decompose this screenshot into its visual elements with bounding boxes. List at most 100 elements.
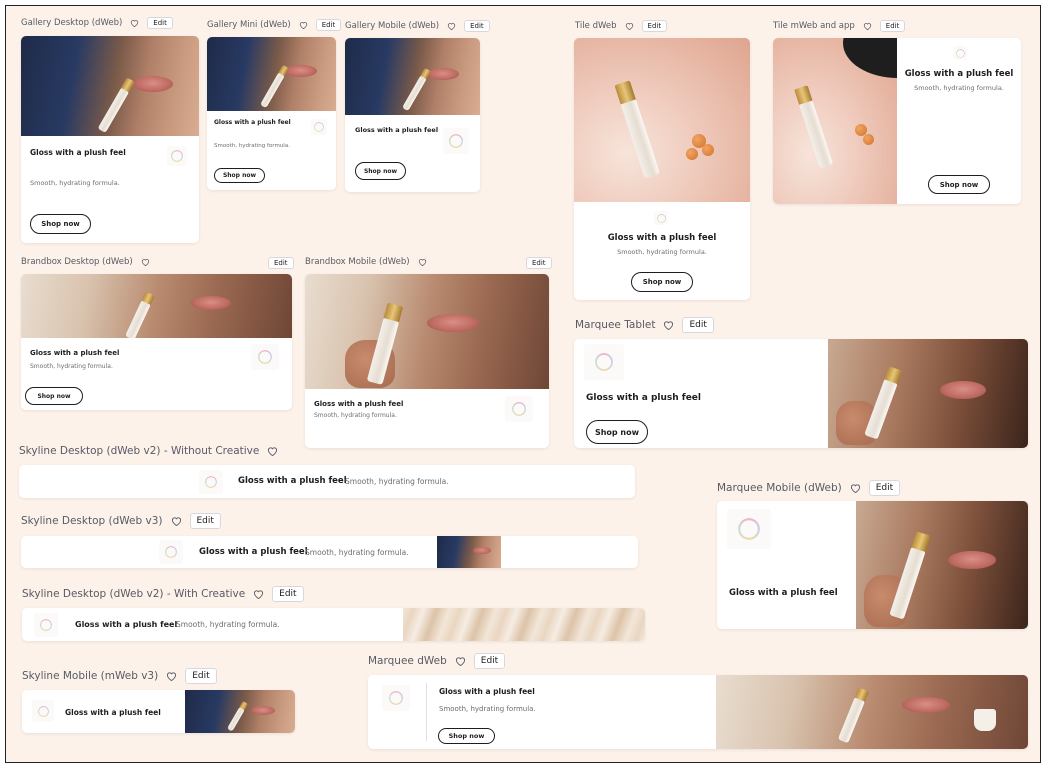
shop-now-button[interactable]: Shop now	[631, 272, 693, 292]
heart-icon[interactable]	[299, 21, 308, 29]
marquee-dweb-header: Marquee dWeb Edit	[368, 653, 506, 669]
brand-logo	[34, 613, 58, 637]
headline: Gloss with a plush feel	[199, 547, 308, 557]
subhead: Smooth, hydrating formula.	[314, 412, 397, 419]
creative-image	[21, 274, 292, 338]
subhead: Smooth, hydrating formula.	[176, 620, 280, 629]
creative-image	[207, 37, 336, 111]
brandbox-desktop-card[interactable]: Gloss with a plush feel Smooth, hydratin…	[21, 274, 292, 410]
creative-image	[305, 274, 549, 389]
variant-label: Brandbox Mobile (dWeb)	[305, 257, 410, 267]
brand-logo	[953, 46, 967, 60]
subhead: Smooth, hydrating formula.	[439, 705, 536, 713]
skyline-v2-with-card[interactable]: Gloss with a plush feel Smooth, hydratin…	[22, 608, 645, 641]
variant-label: Gallery Mini (dWeb)	[207, 20, 291, 30]
edit-button[interactable]: Edit	[682, 317, 714, 333]
skyline-v3-card[interactable]: Gloss with a plush feel Smooth, hydratin…	[21, 536, 638, 568]
marquee-dweb-card[interactable]: Gloss with a plush feel Smooth, hydratin…	[368, 675, 1028, 749]
marquee-tablet-card[interactable]: Gloss with a plush feel Shop now	[574, 339, 1028, 448]
heart-icon[interactable]	[625, 22, 634, 30]
heart-icon[interactable]	[166, 671, 177, 681]
heart-icon[interactable]	[253, 589, 264, 599]
variant-label: Marquee Tablet	[575, 319, 656, 331]
gallery-mobile-header: Gallery Mobile (dWeb) Edit	[345, 20, 490, 32]
creative-image	[185, 690, 295, 733]
shop-now-button[interactable]: Shop now	[25, 387, 83, 405]
heart-icon[interactable]	[663, 320, 674, 330]
subhead: Smooth, hydrating formula.	[30, 363, 113, 370]
marquee-mobile-card[interactable]: Gloss with a plush feel	[717, 501, 1028, 629]
skyline-v2-without-card[interactable]: Gloss with a plush feel Smooth, hydratin…	[19, 465, 635, 498]
headline: Gloss with a plush feel	[904, 69, 1014, 79]
headline: Gloss with a plush feel	[30, 349, 120, 357]
edit-button[interactable]: Edit	[641, 20, 668, 32]
variant-label: Tile mWeb and app	[773, 21, 855, 31]
edit-button[interactable]: Edit	[268, 257, 294, 269]
shop-now-button[interactable]: Shop now	[214, 168, 265, 183]
skyline-mobile-card[interactable]: Gloss with a plush feel	[22, 690, 295, 733]
edit-button[interactable]: Edit	[879, 20, 906, 32]
edit-button[interactable]: Edit	[185, 668, 217, 684]
subhead: Smooth, hydrating formula.	[214, 143, 290, 149]
shop-now-button[interactable]: Shop now	[928, 175, 990, 194]
creative-image	[21, 36, 199, 136]
brand-logo	[727, 509, 771, 549]
gallery-mini-card[interactable]: Gloss with a plush feel Smooth, hydratin…	[207, 37, 336, 190]
shop-now-button[interactable]: Shop now	[586, 420, 648, 444]
edit-button[interactable]: Edit	[315, 19, 342, 31]
headline: Gloss with a plush feel	[439, 687, 535, 696]
edit-button[interactable]: Edit	[147, 17, 173, 29]
edit-button[interactable]: Edit	[473, 653, 506, 669]
variant-label: Gallery Mobile (dWeb)	[345, 21, 440, 31]
edit-button[interactable]: Edit	[526, 257, 552, 269]
heart-icon[interactable]	[863, 22, 872, 30]
shop-now-button[interactable]: Shop now	[355, 162, 406, 180]
heart-icon[interactable]	[141, 258, 150, 266]
edit-button[interactable]: Edit	[189, 513, 221, 529]
brand-logo	[443, 128, 469, 154]
creative-image	[716, 675, 1028, 749]
heart-icon[interactable]	[850, 483, 861, 493]
variant-label: Marquee Mobile (dWeb)	[717, 482, 842, 494]
gallery-desktop-header: Gallery Desktop (dWeb) Edit	[21, 17, 173, 29]
heart-icon[interactable]	[130, 19, 139, 27]
brand-logo	[199, 470, 223, 494]
skyline-mobile-header: Skyline Mobile (mWeb v3) Edit	[22, 668, 217, 684]
headline: Gloss with a plush feel	[355, 126, 439, 134]
divider	[426, 683, 427, 741]
edit-button[interactable]: Edit	[868, 480, 901, 496]
heart-icon[interactable]	[171, 516, 182, 526]
creative-image	[856, 501, 1028, 629]
heart-icon[interactable]	[267, 446, 278, 456]
headline: Gloss with a plush feel	[75, 620, 178, 629]
brandbox-mobile-header: Brandbox Mobile (dWeb)	[305, 257, 427, 267]
brand-logo	[251, 344, 279, 370]
gallery-desktop-card[interactable]: Gloss with a plush feel Smooth, hydratin…	[21, 36, 199, 243]
heart-icon[interactable]	[418, 258, 427, 266]
heart-icon[interactable]	[447, 22, 456, 30]
variant-label: Brandbox Desktop (dWeb)	[21, 257, 133, 267]
shop-now-button[interactable]: Shop now	[438, 728, 495, 744]
headline: Gloss with a plush feel	[65, 708, 161, 717]
variant-label: Skyline Desktop (dWeb v2) - Without Crea…	[19, 445, 260, 457]
headline: Gloss with a plush feel	[729, 588, 838, 598]
subhead: Smooth, hydrating formula.	[345, 477, 449, 486]
headline: Gloss with a plush feel	[238, 476, 347, 486]
heart-icon[interactable]	[455, 656, 466, 666]
brandbox-mobile-card[interactable]: Gloss with a plush feel Smooth, hydratin…	[305, 274, 549, 448]
brandbox-desktop-header: Brandbox Desktop (dWeb)	[21, 257, 150, 267]
edit-button[interactable]: Edit	[272, 586, 304, 602]
variant-label: Skyline Desktop (dWeb v2) - With Creativ…	[22, 588, 246, 600]
tile-dweb-card[interactable]: Gloss with a plush feel Smooth, hydratin…	[574, 38, 750, 300]
brand-logo	[505, 396, 533, 422]
headline: Gloss with a plush feel	[586, 393, 701, 403]
brand-logo	[167, 146, 187, 166]
skyline-v2-with-header: Skyline Desktop (dWeb v2) - With Creativ…	[22, 586, 304, 602]
gallery-mobile-card[interactable]: Gloss with a plush feel Shop now	[345, 38, 480, 192]
shop-now-button[interactable]: Shop now	[30, 214, 91, 234]
variant-label: Skyline Mobile (mWeb v3)	[22, 670, 159, 682]
tile-mweb-card[interactable]: Gloss with a plush feel Smooth, hydratin…	[773, 38, 1021, 204]
subhead: Smooth, hydrating formula.	[305, 548, 409, 557]
creative-image	[403, 608, 645, 641]
edit-button[interactable]: Edit	[464, 20, 490, 32]
